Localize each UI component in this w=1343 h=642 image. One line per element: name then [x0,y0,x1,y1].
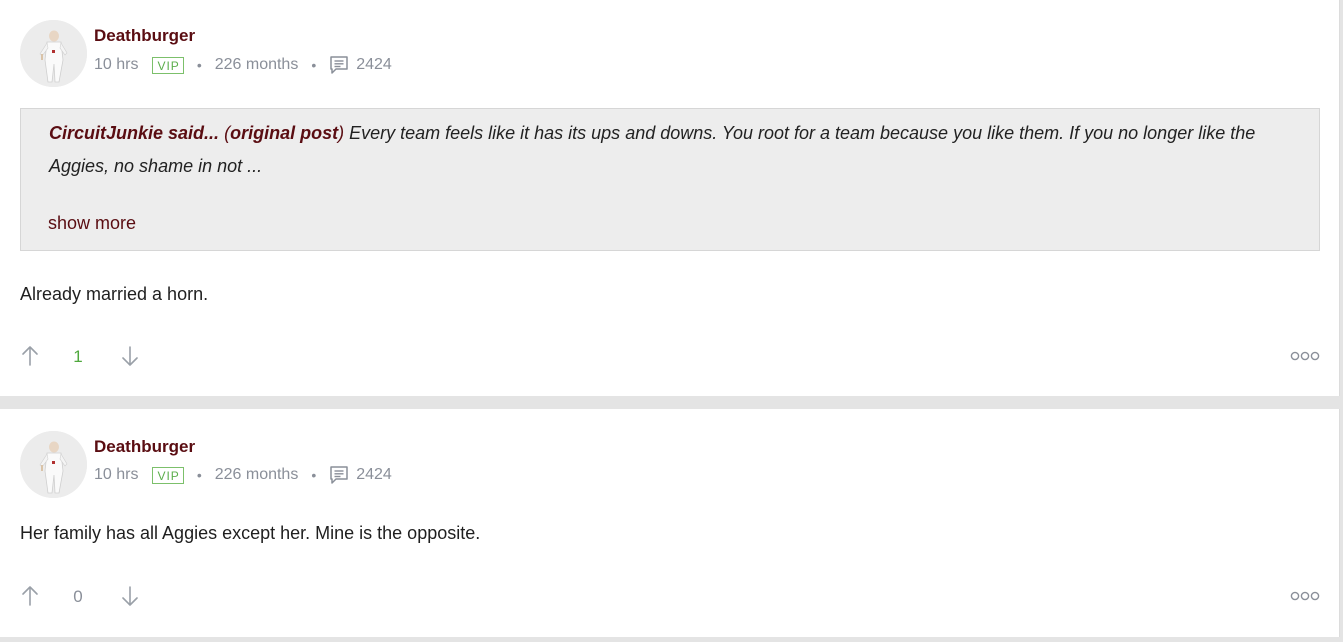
arrow-up-icon[interactable] [20,345,40,367]
show-more-link[interactable]: show more [48,213,136,234]
separator-dot: • [311,467,317,483]
vote-row: 1 [20,345,1320,369]
comment-post: Deathburger 10 hrs VIP • 226 months • 24… [0,0,1340,396]
vip-badge: VIP [152,466,184,484]
separator-dot: • [196,467,202,483]
arrow-down-icon[interactable] [120,585,140,607]
comment-icon [329,465,349,485]
avatar[interactable] [20,20,87,87]
avatar-image [20,431,87,498]
post-count: 2424 [356,466,392,483]
post-body: Her family has all Aggies except her. Mi… [20,523,481,543]
time-ago: 10 hrs [94,56,139,73]
separator-dot: • [196,57,202,73]
separator-dot: • [311,57,317,73]
quote-source: original post [230,123,339,143]
quote-author-link[interactable]: CircuitJunkie said... [49,123,219,143]
quote-source-link[interactable]: (original post) [224,123,344,143]
more-options-icon[interactable] [1290,349,1320,363]
post-count: 2424 [356,56,392,73]
post-body: Already married a horn. [20,284,209,304]
username[interactable]: Deathburger [94,437,195,457]
post-meta: 10 hrs VIP • 226 months • 2424 [94,464,392,486]
more-options-icon[interactable] [1290,589,1320,603]
comment-post: Deathburger 10 hrs VIP • 226 months • 24… [0,409,1340,637]
quoted-post: CircuitJunkie said... (original post) Ev… [20,108,1320,251]
arrow-up-icon[interactable] [20,585,40,607]
avatar-image [20,20,87,87]
comment-icon [329,55,349,75]
member-duration: 226 months [214,56,299,73]
post-meta: 10 hrs VIP • 226 months • 2424 [94,54,392,76]
time-ago: 10 hrs [94,466,139,483]
member-duration: 226 months [214,466,299,483]
vote-row: 0 [20,585,1320,609]
arrow-down-icon[interactable] [120,345,140,367]
vote-count: 1 [73,347,83,366]
vote-count: 0 [73,587,83,606]
quote-text: CircuitJunkie said... (original post) Ev… [49,117,1304,183]
username[interactable]: Deathburger [94,26,195,46]
avatar[interactable] [20,431,87,498]
vip-badge: VIP [152,56,184,74]
